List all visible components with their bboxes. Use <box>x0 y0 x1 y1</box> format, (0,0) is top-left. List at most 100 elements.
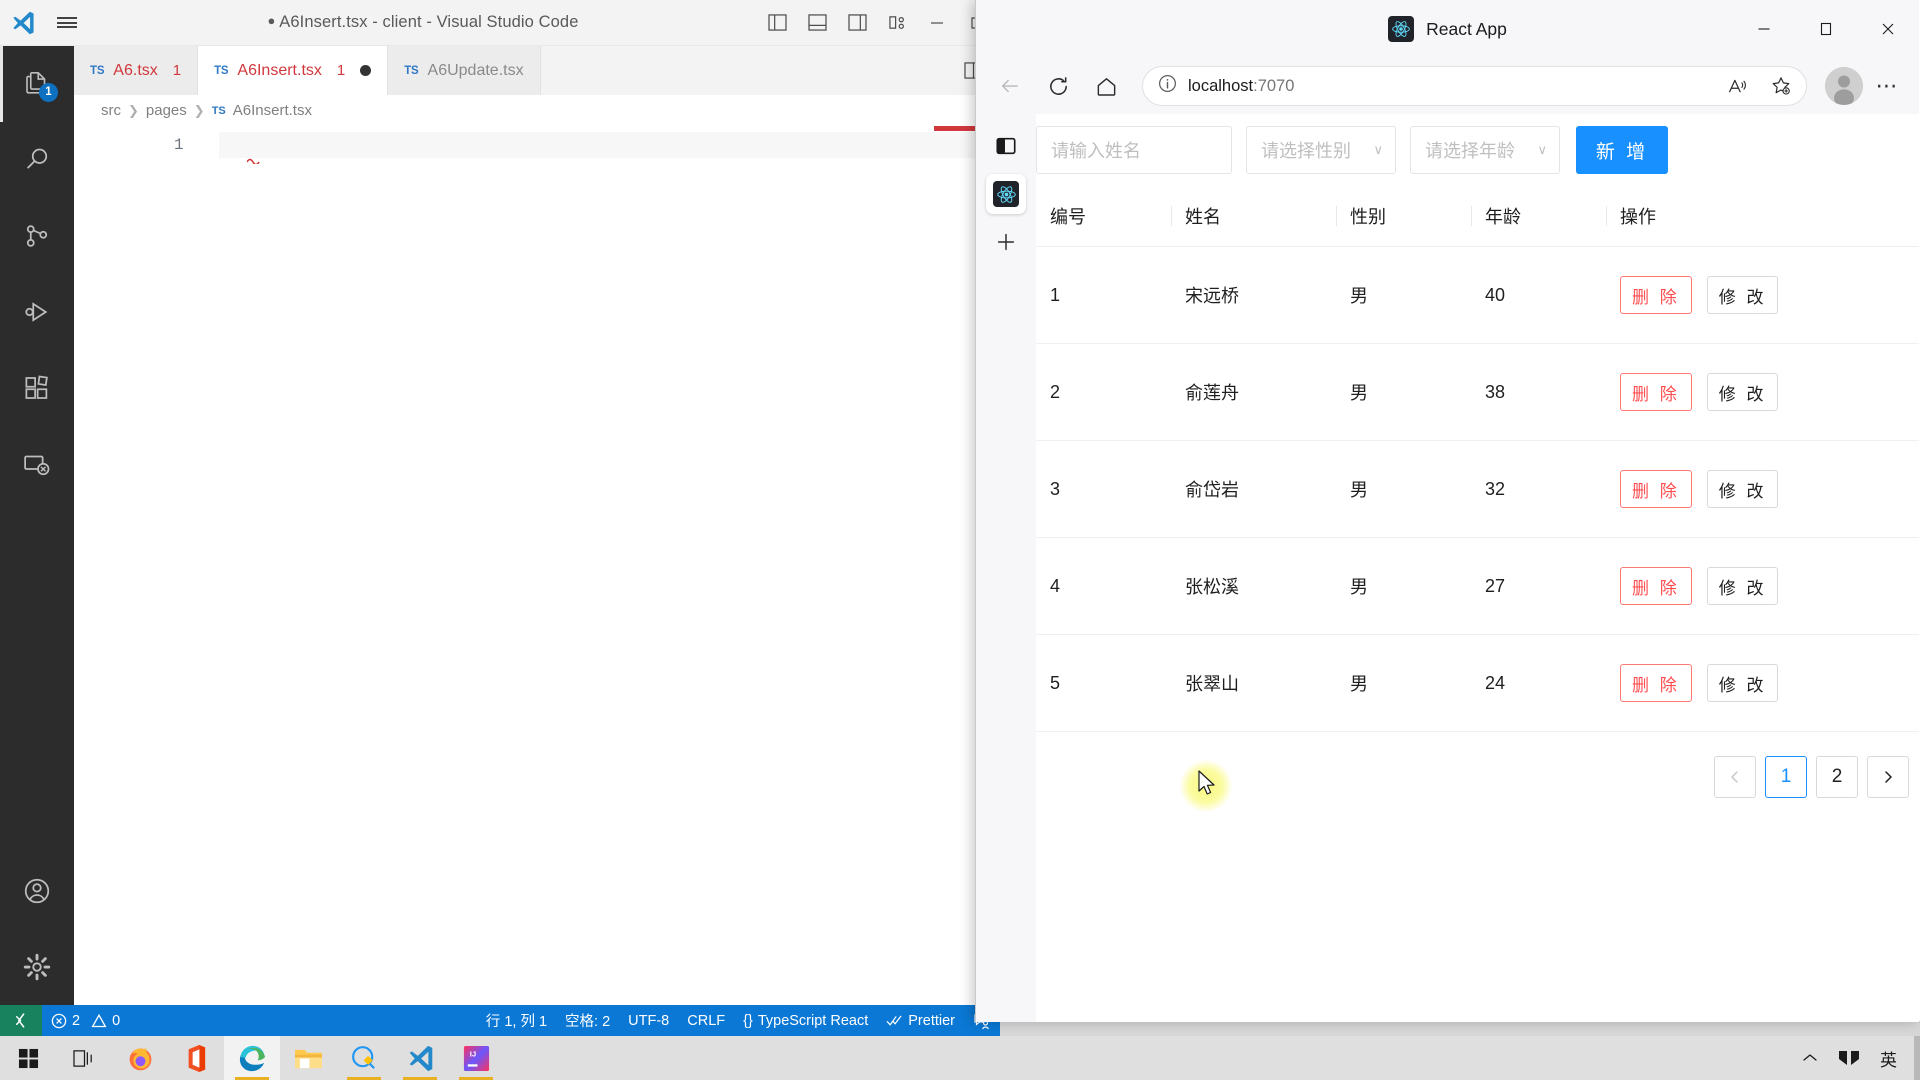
status-encoding[interactable]: UTF-8 <box>619 1005 678 1036</box>
taskbar-system-tray: 英 <box>1793 1046 1920 1071</box>
ime-language-indicator[interactable]: 英 <box>1871 1046 1906 1071</box>
browser-maximize-button[interactable] <box>1795 0 1857 58</box>
pagination-page-1[interactable]: 1 <box>1765 756 1807 798</box>
sidebar-panel-icon[interactable] <box>986 126 1026 166</box>
toggle-primary-sidebar-icon[interactable] <box>758 0 796 46</box>
hamburger-menu-icon[interactable] <box>46 0 88 46</box>
col-header-name[interactable]: 姓名 <box>1171 186 1336 247</box>
status-problems[interactable]: 2 0 <box>42 1005 129 1036</box>
cell-age: 40 <box>1471 246 1606 344</box>
add-sidebar-app-plus-icon[interactable] <box>986 222 1026 262</box>
cell-id: 3 <box>1036 440 1171 538</box>
read-aloud-icon[interactable] <box>1720 69 1754 103</box>
running-indicator <box>459 1076 493 1080</box>
taskbar-file-explorer[interactable] <box>280 1036 336 1080</box>
browser-vertical-sidebar <box>976 114 1036 1022</box>
refresh-button[interactable] <box>1036 64 1080 108</box>
browser-minimize-button[interactable] <box>1733 0 1795 58</box>
customize-layout-icon[interactable] <box>878 0 916 46</box>
editor-line-number: 1 <box>174 136 184 154</box>
search-form-bar: 请输入姓名 请选择性别 ∨ 请选择年龄 ∨ 新 增 <box>1036 114 1919 186</box>
col-header-age[interactable]: 年龄 <box>1471 186 1606 247</box>
sidebar-item-accounts[interactable] <box>0 853 74 929</box>
toggle-panel-icon[interactable] <box>798 0 836 46</box>
breadcrumb-pages[interactable]: pages <box>146 102 187 119</box>
home-button[interactable] <box>1084 64 1128 108</box>
breadcrumb-src[interactable]: src <box>101 102 121 119</box>
edit-button[interactable]: 修 改 <box>1706 373 1779 411</box>
tab-error-count: 1 <box>172 62 182 79</box>
address-bar[interactable]: localhost:7070 <box>1142 66 1807 106</box>
tab-A6Insert-tsx[interactable]: TS A6Insert.tsx 1 <box>198 46 389 95</box>
sidebar-item-source-control[interactable] <box>0 198 74 274</box>
site-info-icon[interactable] <box>1157 73 1178 99</box>
braces-icon: {} <box>743 1012 753 1029</box>
sidebar-item-search[interactable] <box>0 122 74 198</box>
cell-actions: 删 除 修 改 <box>1606 440 1919 538</box>
taskbar-office[interactable] <box>168 1036 224 1080</box>
more-options-icon[interactable]: ⋯ <box>1867 66 1907 106</box>
status-indentation[interactable]: 空格: 2 <box>556 1005 619 1036</box>
code-editor[interactable]: 1 <box>74 126 1019 1005</box>
tab-A6-tsx[interactable]: TS A6.tsx 1 <box>74 46 199 95</box>
profile-avatar-icon[interactable] <box>1825 67 1863 105</box>
show-hidden-icons-icon[interactable] <box>1793 1052 1827 1064</box>
pagination-prev-button[interactable] <box>1714 756 1756 798</box>
col-header-gender[interactable]: 性别 <box>1336 186 1471 247</box>
table-header-row: 编号 姓名 性别 年龄 操作 <box>1036 186 1919 247</box>
tab-A6Update-tsx[interactable]: TS A6Update.tsx <box>388 46 541 95</box>
url-host: localhost <box>1188 76 1254 95</box>
age-select[interactable]: 请选择年龄 ∨ <box>1410 126 1560 174</box>
vscode-icon <box>409 1045 432 1071</box>
name-input[interactable]: 请输入姓名 <box>1036 126 1232 174</box>
edit-button[interactable]: 修 改 <box>1706 664 1779 702</box>
cell-age: 32 <box>1471 440 1606 538</box>
delete-button[interactable]: 删 除 <box>1620 373 1692 411</box>
delete-button[interactable]: 删 除 <box>1620 470 1692 508</box>
edit-button[interactable]: 修 改 <box>1706 567 1779 605</box>
office-icon <box>188 1044 205 1072</box>
typescript-file-icon: TS <box>214 64 229 77</box>
add-favorite-star-icon[interactable] <box>1764 69 1798 103</box>
window-minimize-button[interactable] <box>918 0 956 46</box>
delete-button[interactable]: 删 除 <box>1620 567 1692 605</box>
col-header-id[interactable]: 编号 <box>1036 186 1171 247</box>
browser-titlebar: React App <box>976 0 1919 58</box>
delete-button[interactable]: 删 除 <box>1620 276 1692 314</box>
status-language-mode[interactable]: {} TypeScript React <box>734 1005 877 1036</box>
sidebar-item-remote-explorer[interactable] <box>0 426 74 502</box>
back-button[interactable] <box>988 64 1032 108</box>
taskbar-wechat-devtools[interactable] <box>336 1036 392 1080</box>
gender-select[interactable]: 请选择性别 ∨ <box>1246 126 1396 174</box>
delete-button[interactable]: 删 除 <box>1620 664 1692 702</box>
address-bar-url[interactable]: localhost:7070 <box>1188 77 1710 96</box>
status-cursor-position[interactable]: 行 1, 列 1 <box>477 1005 556 1036</box>
pagination-next-button[interactable] <box>1867 756 1909 798</box>
status-formatter[interactable]: Prettier <box>877 1005 964 1036</box>
remote-window-icon[interactable] <box>0 1005 42 1036</box>
sidebar-item-run-and-debug[interactable] <box>0 274 74 350</box>
edit-button[interactable]: 修 改 <box>1706 470 1779 508</box>
taskbar-firefox[interactable] <box>112 1036 168 1080</box>
taskbar-intellij-idea[interactable]: IJ <box>448 1036 504 1080</box>
status-eol[interactable]: CRLF <box>678 1005 734 1036</box>
col-header-actions[interactable]: 操作 <box>1606 186 1919 247</box>
browser-close-button[interactable] <box>1857 0 1919 58</box>
sidebar-item-explorer[interactable]: 1 <box>0 46 74 122</box>
add-button[interactable]: 新 增 <box>1576 126 1668 174</box>
taskbar-task-view-button[interactable] <box>56 1036 112 1080</box>
toggle-secondary-sidebar-icon[interactable] <box>838 0 876 46</box>
breadcrumb-file[interactable]: A6Insert.tsx <box>233 102 312 119</box>
cell-name: 俞莲舟 <box>1171 343 1336 441</box>
sidebar-item-react-app[interactable] <box>986 174 1026 214</box>
network-icon[interactable] <box>1829 1048 1869 1068</box>
pagination-page-2[interactable]: 2 <box>1816 756 1858 798</box>
sidebar-item-extensions[interactable] <box>0 350 74 426</box>
taskbar-microsoft-edge[interactable] <box>224 1036 280 1080</box>
taskbar-start-button[interactable] <box>0 1036 56 1080</box>
sidebar-item-manage-gear-icon[interactable] <box>0 929 74 1005</box>
user-table: 编号 姓名 性别 年龄 操作 1 宋远桥 男 40 删 除 修 改 2 俞莲舟 … <box>1036 186 1919 732</box>
edit-button[interactable]: 修 改 <box>1706 276 1779 314</box>
taskbar-visual-studio-code[interactable] <box>392 1036 448 1080</box>
vscode-logo-icon <box>0 0 46 46</box>
